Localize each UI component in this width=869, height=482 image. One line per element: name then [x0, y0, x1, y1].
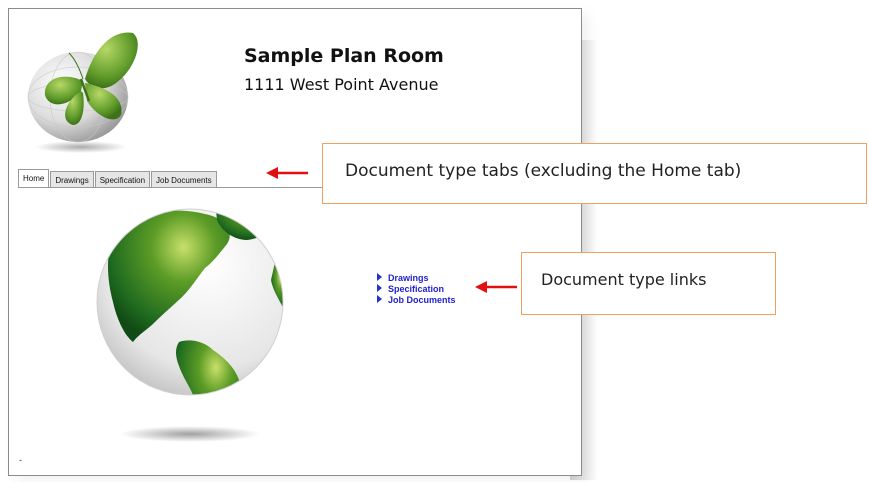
butterfly-logo-icon: [27, 32, 138, 153]
doc-link-label: Specification: [388, 284, 445, 294]
link-triangle-icon: [377, 294, 382, 303]
document-type-tabs: Home Drawings Specification Job Document…: [18, 169, 218, 188]
doc-link-label: Drawings: [388, 273, 429, 283]
page-title: Sample Plan Room: [244, 45, 444, 67]
arrow-icon-links: [475, 281, 517, 293]
arrow-icon-tabs: [266, 167, 308, 179]
page-window: Sample Plan Room 1111 West Point Avenue …: [8, 8, 582, 476]
globe-image: [96, 208, 284, 442]
link-triangle-icon: [377, 283, 382, 292]
callout-document-type-links: Document type links: [521, 252, 776, 315]
tab-specification[interactable]: Specification: [94, 171, 151, 188]
doc-link-drawings[interactable]: Drawings: [377, 271, 456, 283]
doc-link-job-documents[interactable]: Job Documents: [377, 293, 456, 305]
callout-document-type-tabs: Document type tabs (excluding the Home t…: [322, 143, 867, 204]
document-type-links: Drawings Specification Job Documents: [377, 271, 456, 305]
tab-home[interactable]: Home: [18, 169, 50, 188]
tab-job-documents[interactable]: Job Documents: [151, 171, 217, 188]
footer-mark: -: [19, 455, 22, 465]
page-address: 1111 West Point Avenue: [244, 75, 439, 94]
doc-link-specification[interactable]: Specification: [377, 282, 456, 294]
tab-drawings[interactable]: Drawings: [50, 171, 94, 188]
link-triangle-icon: [377, 272, 382, 281]
doc-link-label: Job Documents: [388, 295, 456, 305]
